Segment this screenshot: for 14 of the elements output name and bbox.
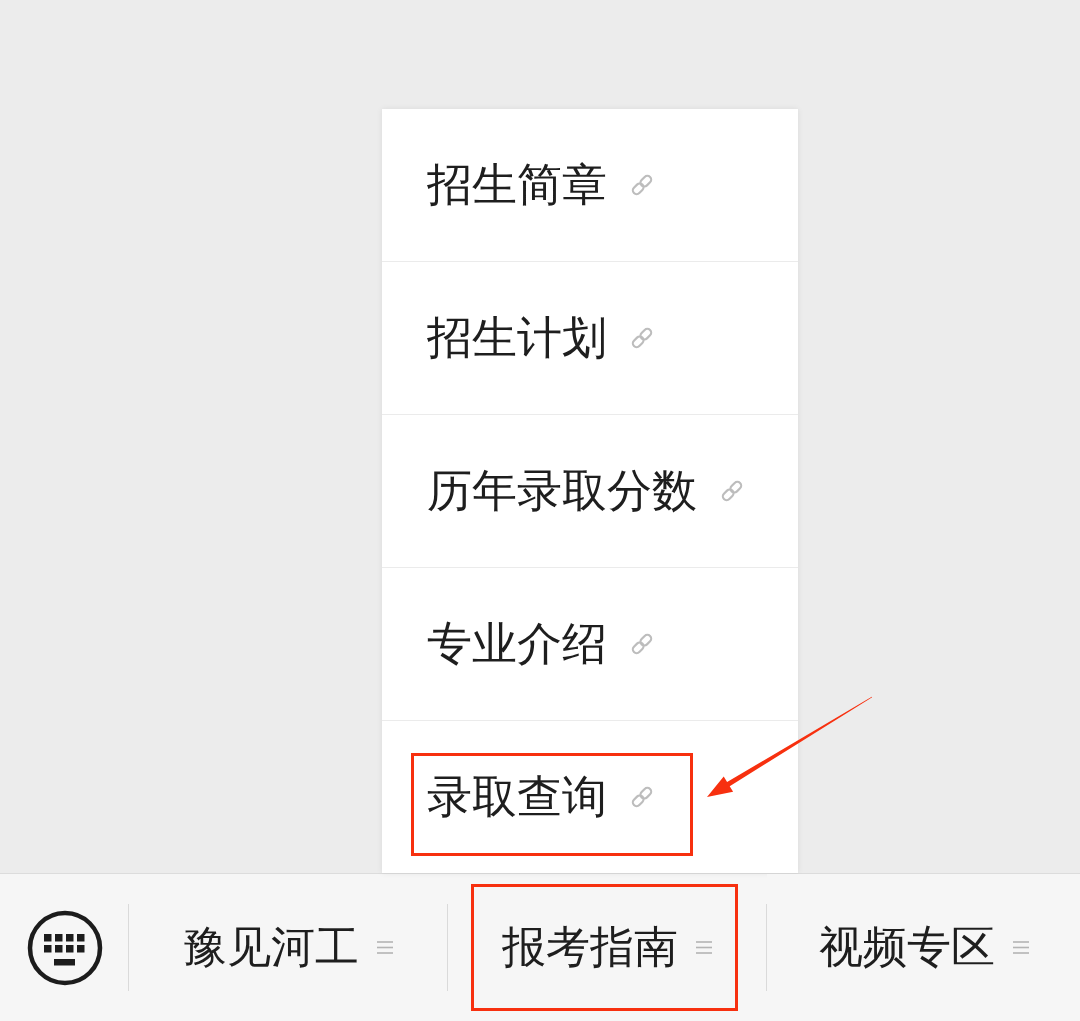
submenu-item[interactable]: 招生简章 [382, 109, 798, 261]
link-icon [629, 784, 655, 810]
menu-icon [696, 941, 712, 954]
submenu-item[interactable]: 专业介绍 [382, 568, 798, 720]
menu-icon [1012, 941, 1029, 954]
link-icon [719, 478, 745, 504]
submenu-item[interactable]: 录取查询 [382, 721, 798, 873]
submenu-item[interactable]: 招生计划 [382, 262, 798, 414]
keyboard-icon [26, 909, 103, 986]
link-icon [629, 172, 655, 198]
submenu-item[interactable]: 历年录取分数 [382, 415, 798, 567]
link-icon [629, 325, 655, 351]
menu-icon [377, 941, 393, 954]
link-icon [629, 631, 655, 657]
